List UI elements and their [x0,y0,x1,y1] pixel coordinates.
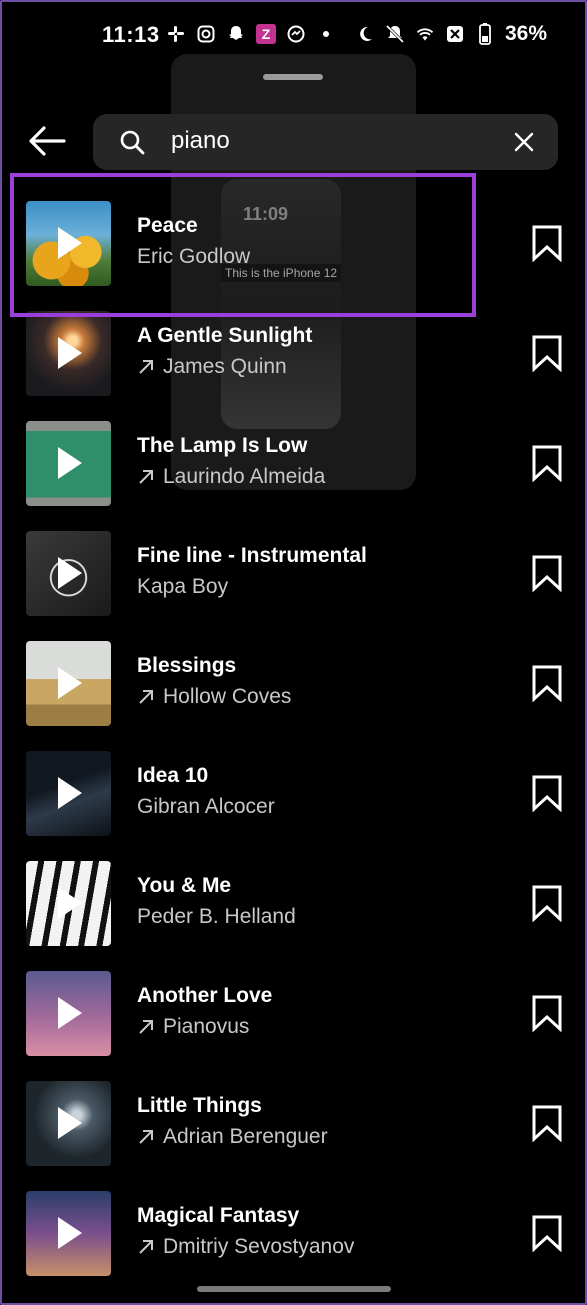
album-art[interactable] [26,971,111,1056]
song-artist-line: Hollow Coves [137,685,291,709]
bookmark-icon[interactable] [531,334,563,372]
album-art[interactable] [26,1191,111,1276]
svg-text:Z: Z [262,26,271,42]
album-art[interactable] [26,311,111,396]
result-row[interactable]: You & Me Peder B. Helland [0,850,587,960]
artist-name: Hollow Coves [163,685,292,708]
bookmark-icon[interactable] [531,554,563,592]
song-title: You & Me [137,874,232,897]
album-art[interactable] [26,751,111,836]
bookmark-icon[interactable] [531,994,563,1032]
song-title: Idea 10 [137,764,209,787]
album-art[interactable] [26,531,111,616]
result-row[interactable]: Magical Fantasy Dmitriy Sevostyanov [0,1180,587,1290]
trending-arrow-icon [139,360,153,374]
song-title: A Gentle Sunlight [137,324,313,347]
album-art[interactable] [26,861,111,946]
notification-icons: Z [166,24,336,44]
play-icon[interactable] [56,775,84,811]
battery-percent: 36% [504,22,547,45]
search-input[interactable]: piano [171,127,230,155]
play-icon[interactable] [56,995,84,1031]
result-row[interactable]: Idea 10 Gibran Alcocer [0,740,587,850]
drag-handle[interactable] [263,74,323,80]
song-artist-line: Peder B. Helland [137,905,296,929]
play-icon[interactable] [56,1215,84,1251]
back-button[interactable] [26,120,68,162]
result-row[interactable]: Little Things Adrian Berenguer [0,1070,587,1180]
no-sim-icon [445,24,465,44]
play-icon[interactable] [56,555,84,591]
trending-arrow-icon [139,470,153,484]
play-icon[interactable] [56,335,84,371]
play-icon[interactable] [56,665,84,701]
play-icon[interactable] [56,1105,84,1141]
artist-name: Gibran Alcocer [137,795,275,818]
clear-search-icon[interactable] [512,130,536,154]
song-artist-line: Adrian Berenguer [137,1125,328,1149]
z-app-icon: Z [256,24,276,44]
search-icon [120,130,145,155]
artist-name: Kapa Boy [137,575,229,598]
dot-icon [316,24,336,44]
snapchat-icon [226,24,246,44]
search-bar[interactable]: piano [93,114,558,170]
song-title: The Lamp Is Low [137,434,308,457]
result-row[interactable]: Blessings Hollow Coves [0,630,587,740]
song-title: Another Love [137,984,273,1007]
instagram-icon [196,24,216,44]
artist-name: Laurindo Almeida [163,465,326,488]
wifi-icon [415,24,435,44]
do-not-disturb-icon [355,24,375,44]
status-time: 11:13 [102,22,160,47]
song-artist-line: Laurindo Almeida [137,465,325,489]
back-arrow-icon [29,126,66,156]
artist-name: Adrian Berenguer [163,1125,328,1148]
play-icon[interactable] [56,885,84,921]
bookmark-icon[interactable] [531,774,563,812]
album-art[interactable] [26,1081,111,1166]
bookmark-icon[interactable] [531,1104,563,1142]
artist-name: Pianovus [163,1015,250,1038]
highlight-box [10,173,476,317]
bookmark-icon[interactable] [531,664,563,702]
mute-icon [385,24,405,44]
slack-icon [166,24,186,44]
song-title: Magical Fantasy [137,1204,300,1227]
battery-icon [475,23,495,45]
song-title: Little Things [137,1094,262,1117]
system-icons: 36% [355,22,547,46]
artist-name: Peder B. Helland [137,905,296,928]
song-artist-line: Kapa Boy [137,575,228,599]
song-artist-line: Gibran Alcocer [137,795,275,819]
trending-arrow-icon [139,1240,153,1254]
messenger-icon [286,24,306,44]
trending-arrow-icon [139,690,153,704]
bookmark-icon[interactable] [531,1214,563,1252]
bookmark-icon[interactable] [531,444,563,482]
trending-arrow-icon [139,1020,153,1034]
artist-name: James Quinn [163,355,287,378]
result-row[interactable]: Fine line - Instrumental Kapa Boy [0,520,587,630]
trending-arrow-icon [139,1130,153,1144]
result-row[interactable]: The Lamp Is Low Laurindo Almeida [0,410,587,520]
play-icon[interactable] [56,445,84,481]
song-title: Fine line - Instrumental [137,544,367,567]
artist-name: Dmitriy Sevostyanov [163,1235,355,1258]
album-art[interactable] [26,641,111,726]
song-title: Blessings [137,654,237,677]
album-art[interactable] [26,421,111,506]
song-artist-line: James Quinn [137,355,287,379]
bookmark-icon[interactable] [531,224,563,262]
song-artist-line: Pianovus [137,1015,249,1039]
bookmark-icon[interactable] [531,884,563,922]
result-row[interactable]: Another Love Pianovus [0,960,587,1070]
song-artist-line: Dmitriy Sevostyanov [137,1235,354,1259]
